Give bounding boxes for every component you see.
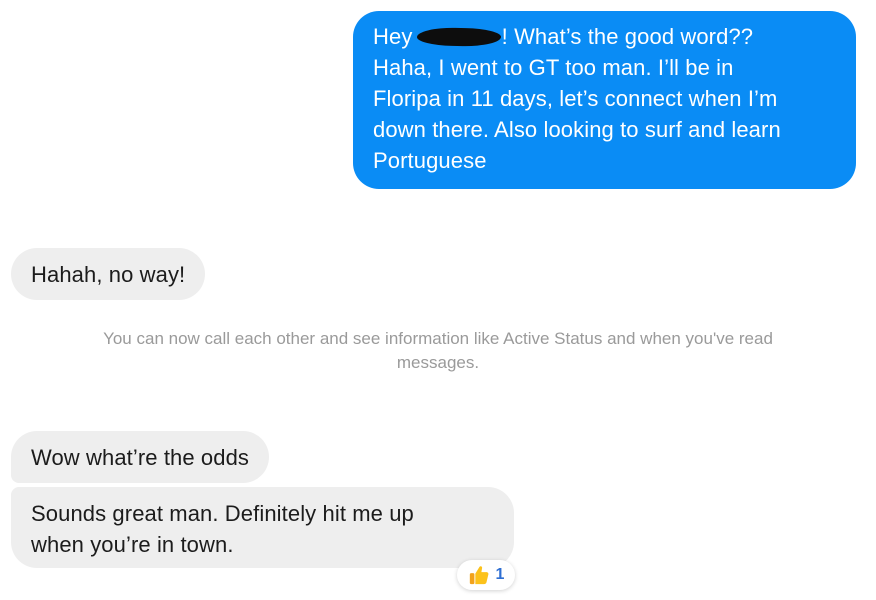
message-line: Haha, I went to GT too man. I’ll be in bbox=[373, 55, 734, 80]
message-line: Floripa in 11 days, let’s connect when I… bbox=[373, 86, 778, 111]
message-line: down there. Also looking to surf and lea… bbox=[373, 117, 781, 142]
message-line: when you’re in town. bbox=[31, 532, 234, 557]
system-notice-line: messages. bbox=[396, 353, 480, 372]
incoming-message-bubble[interactable]: Wow what’re the odds bbox=[11, 431, 270, 483]
message-text: Wow what’re the odds bbox=[31, 445, 250, 470]
outgoing-message-bubble[interactable]: Hey ! What’s the good word?? Haha, I wen… bbox=[353, 11, 856, 189]
incoming-message-bubble[interactable]: Hahah, no way! bbox=[11, 248, 206, 300]
message-text: Hahah, no way! bbox=[31, 262, 186, 287]
message-line: Portuguese bbox=[373, 148, 487, 173]
reaction-count: 1 bbox=[495, 566, 505, 583]
message-line: Sounds great man. Definitely hit me up bbox=[31, 501, 414, 526]
message-line: Hey ! What’s the good word?? bbox=[373, 24, 754, 49]
reaction-badge[interactable]: 1 bbox=[457, 560, 515, 590]
message-thread: Hey ! What’s the good word?? Haha, I wen… bbox=[0, 0, 876, 600]
redacted-name bbox=[416, 27, 501, 47]
incoming-message-bubble[interactable]: Sounds great man. Definitely hit me up w… bbox=[11, 487, 514, 568]
system-notice-line: You can now call each other and see info… bbox=[103, 329, 773, 348]
system-notice: You can now call each other and see info… bbox=[0, 327, 876, 375]
thumbs-up-icon bbox=[469, 566, 488, 585]
